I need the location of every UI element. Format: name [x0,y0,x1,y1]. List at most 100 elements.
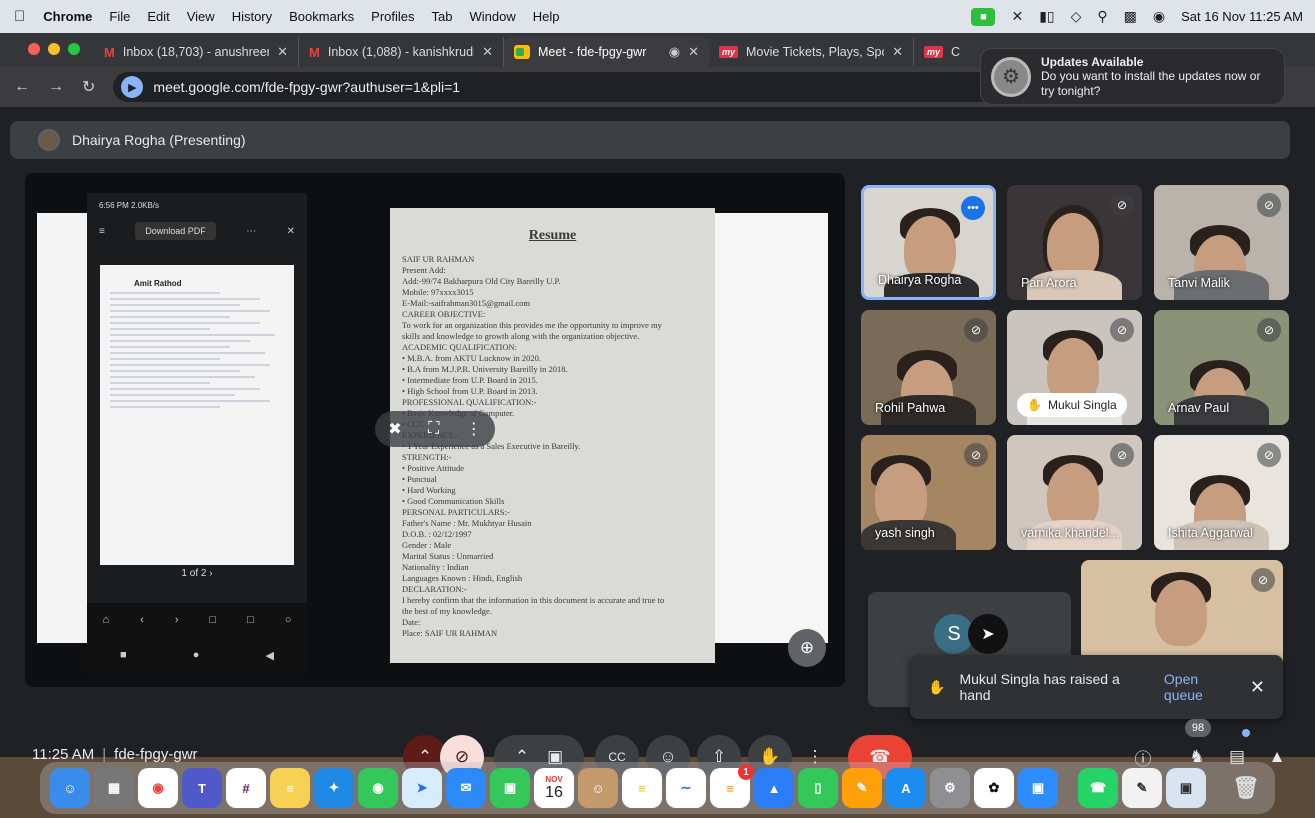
tab-bookmyshow[interactable]: my Movie Tickets, Plays, Sports, ✕ [709,37,914,67]
unpin-icon[interactable]: ✖ [388,419,401,439]
menu-profiles[interactable]: Profiles [371,9,414,24]
textedit-icon[interactable]: ✎ [1122,768,1162,808]
menu-edit[interactable]: Edit [147,9,169,24]
freeform-icon[interactable]: ∼ [666,768,706,808]
close-tab-icon[interactable]: ✕ [482,44,493,60]
calendar-icon[interactable]: NOV 16 [534,768,574,808]
shared-screen[interactable]: 6:56 PM 2.0KB/s ≡ Download PDF ⋯ ✕ Amit … [25,173,845,687]
resume-line: SAIF UR RAHMAN [402,254,475,264]
page-indicator: 1 of 2 › [181,568,213,579]
forward-icon[interactable]: → [48,78,64,96]
battery-icon[interactable]: ▮▯ [1039,8,1054,25]
hand-icon: ✋ [1027,398,1042,412]
keynote-icon[interactable]: ▲ [754,768,794,808]
participant-tile[interactable]: ⊘ Pari Arora [1007,185,1142,300]
menu-tab[interactable]: Tab [432,9,453,24]
contacts-icon[interactable]: ☺ [578,768,618,808]
finder-icon[interactable]: ☺ [50,768,90,808]
reload-icon[interactable]: ↻ [82,77,95,97]
menu-help[interactable]: Help [533,9,560,24]
close-tab-icon[interactable]: ✕ [892,44,903,60]
menu-file[interactable]: File [109,9,130,24]
tab-meet[interactable]: Meet - fde-fpgy-gwr ◉ ✕ [504,37,709,67]
resume-title: Resume [528,228,577,243]
fullscreen-icon[interactable]: ⛶ [428,420,439,438]
participant-name: yash singh [875,526,935,540]
zoom-icon[interactable]: ▣ [1018,768,1058,808]
menu-bookmarks[interactable]: Bookmarks [289,9,354,24]
participant-tile[interactable]: ••• Dhairya Rogha [861,185,996,300]
trash-icon[interactable]: 🗑 [1226,768,1266,808]
messages-icon[interactable]: ◉ [358,768,398,808]
safari-icon[interactable]: ✦ [314,768,354,808]
tab-gmail-1[interactable]: M Inbox (18,703) - anushreerud ✕ [94,37,299,67]
gmail-icon: M [104,44,115,60]
close-icon: ✕ [286,225,295,237]
spotlight-search-icon[interactable]: ⚲ [1097,8,1107,25]
participant-tile[interactable]: ⊘ Rohil Pahwa [861,310,996,425]
participant-tile[interactable]: ⊘ varnika khandel... [1007,435,1142,550]
chrome-icon[interactable]: ◉ [138,768,178,808]
reminders-icon[interactable]: ≡ 1 [710,764,754,808]
wifi-icon[interactable]: ◇ [1071,8,1082,25]
participant-tile[interactable]: ⊘ Arnav Paul [1154,310,1289,425]
site-info-icon[interactable]: ▶ [121,76,144,98]
participant-name: Dhairya Rogha [878,273,962,287]
tab-gmail-2[interactable]: M Inbox (1,088) - kanishkrudra. ✕ [299,37,504,67]
close-icon[interactable]: ✕ [1250,677,1265,698]
slack-icon[interactable]: # [226,768,266,808]
presenting-bar: Dhairya Rogha (Presenting) [10,121,1290,159]
notes-icon[interactable]: ≡ [270,768,310,808]
more-options-icon[interactable]: ⋮ [466,419,482,439]
participant-tile[interactable]: ⊘ Tanvi Malik [1154,185,1289,300]
pages-icon[interactable]: ✎ [842,768,882,808]
update-notification[interactable]: ⚙ Updates Available Do you want to insta… [980,48,1285,105]
resume-line: Marital Status : Unmarried [402,551,494,561]
chatgpt-icon[interactable]: ✿ [974,768,1014,808]
numbers-icon[interactable]: ▯ [798,768,838,808]
meet-page: Dhairya Rogha (Presenting) 6:56 PM 2.0KB… [10,111,1305,779]
system-settings-icon[interactable]: ⚙ [930,768,970,808]
maximize-window-button[interactable] [68,43,80,55]
menu-clock[interactable]: Sat 16 Nov 11:25 AM [1181,9,1303,24]
teams-icon[interactable]: T [182,768,222,808]
participant-tile[interactable]: ⊘ Ishita Aggarwal [1154,435,1289,550]
tile-controls[interactable]: ✖ ⛶ ⋮ [375,411,495,447]
maps-icon[interactable]: ➤ [402,768,442,808]
bluetooth-icon[interactable]: ✕ [1011,8,1023,25]
menu-window[interactable]: Window [470,9,516,24]
launchpad-icon[interactable]: ▦ [94,768,134,808]
mail-icon[interactable]: ✉ [446,768,486,808]
menu-view[interactable]: View [187,9,215,24]
address-bar[interactable]: ▶ meet.google.com/fde-fpgy-gwr?authuser=… [113,72,1074,102]
app-store-icon[interactable]: A [886,768,926,808]
apple-icon[interactable]:  [14,8,25,25]
address-text: meet.google.com/fde-fpgy-gwr?authuser=1&… [153,79,461,95]
notes-app-icon[interactable]: ≡ [622,768,662,808]
participant-tile[interactable]: ⊘ yash singh [861,435,996,550]
bookmyshow-icon: my [924,46,944,58]
close-tab-icon[interactable]: ✕ [688,44,699,60]
preview-icon[interactable]: ▣ [1166,768,1206,808]
more-icon: ⋯ [246,225,257,237]
close-tab-icon[interactable]: ✕ [277,44,288,60]
menu-app-name[interactable]: Chrome [43,9,92,24]
open-queue-link[interactable]: Open queue [1164,671,1236,703]
whatsapp-icon[interactable]: ☎ [1078,768,1118,808]
resume-line: STRENGTH:- [402,452,452,462]
resume-line: • Intermediate from U.P. Board in 2015. [402,375,538,385]
recording-indicator-icon: ◉ [668,44,681,59]
minimize-window-button[interactable] [48,43,60,55]
control-center-icon[interactable]: ▩ [1124,8,1137,25]
phone-toolbar: ≡ Download PDF ⋯ ✕ [87,218,307,244]
back-icon[interactable]: ← [14,78,30,96]
menu-history[interactable]: History [232,9,272,24]
resume-line: PROFESSIONAL QUALIFICATION:- [402,397,537,407]
facetime-icon[interactable]: ▣ [490,768,530,808]
calendar-day: 16 [545,783,563,801]
camera-in-use-icon[interactable]: ■ [971,7,996,26]
zoom-icon[interactable]: ⊕ [788,629,826,667]
siri-icon[interactable]: ◉ [1153,8,1165,25]
participant-tile[interactable]: ⊘ ✋ Mukul Singla [1007,310,1142,425]
close-window-button[interactable] [28,43,40,55]
